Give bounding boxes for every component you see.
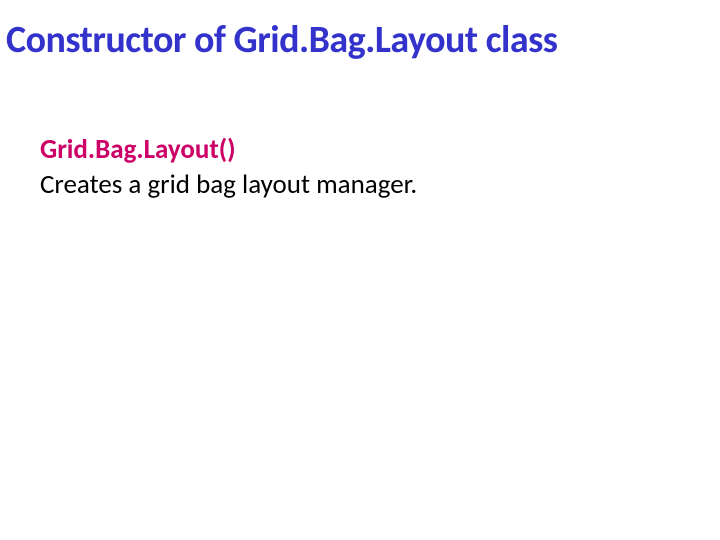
slide-container: Constructor of Grid.Bag.Layout class Gri… (0, 0, 720, 540)
slide-title: Constructor of Grid.Bag.Layout class (0, 20, 720, 62)
slide-content: Grid.Bag.Layout() Creates a grid bag lay… (0, 132, 720, 202)
constructor-description: Creates a grid bag layout manager. (40, 167, 720, 202)
constructor-name: Grid.Bag.Layout() (40, 132, 720, 167)
